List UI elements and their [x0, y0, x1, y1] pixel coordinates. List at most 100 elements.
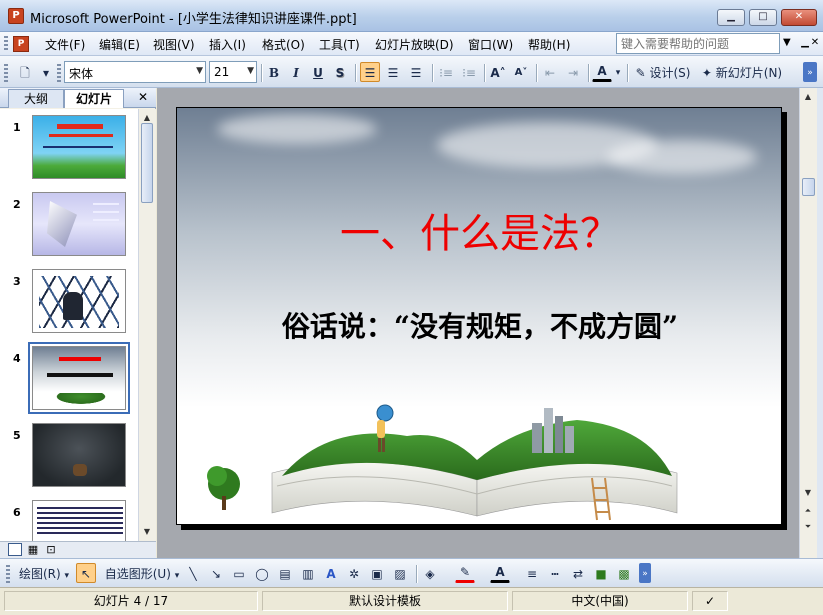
- decrease-indent-button[interactable]: ⇤: [540, 62, 560, 82]
- increase-indent-button[interactable]: ⇥: [563, 62, 583, 82]
- slide-thumbnail-list[interactable]: 1 2 3 4 5 6: [0, 109, 138, 541]
- chevron-down-icon[interactable]: ▼: [783, 37, 791, 48]
- align-right-button[interactable]: ☰: [406, 62, 426, 82]
- scrollbar-thumb[interactable]: [802, 178, 815, 196]
- bullet-list-button[interactable]: ⁝≡: [459, 62, 479, 82]
- current-slide[interactable]: 一、什么是法？ 俗话说：“没有规矩，不成方圆”: [176, 107, 782, 525]
- menu-edit[interactable]: 编辑(E): [97, 36, 142, 53]
- vertical-textbox-button[interactable]: ▥: [298, 563, 318, 583]
- line-style-button[interactable]: ≡: [522, 563, 542, 583]
- slide-sorter-view-icon[interactable]: ▦: [26, 543, 40, 556]
- select-objects-button[interactable]: ↖: [76, 563, 96, 583]
- align-center-button[interactable]: ☰: [383, 62, 403, 82]
- arrow-style-button[interactable]: ⇄: [568, 563, 588, 583]
- bold-button[interactable]: B: [264, 62, 284, 82]
- increase-font-button[interactable]: A˄: [488, 62, 508, 82]
- toolbar-grip[interactable]: [57, 64, 61, 82]
- shadow-style-button[interactable]: ■: [591, 563, 611, 583]
- menu-window[interactable]: 窗口(W): [466, 36, 515, 53]
- slide-thumbnail-5[interactable]: [32, 423, 126, 487]
- arrow-tool-button[interactable]: ↘: [206, 563, 226, 583]
- chevron-down-icon[interactable]: ▾: [613, 62, 623, 82]
- scroll-up-icon[interactable]: ▲: [801, 90, 815, 104]
- slide-thumbnail-2[interactable]: [32, 192, 126, 256]
- dash-style-button[interactable]: ┅: [545, 563, 565, 583]
- normal-view-icon[interactable]: [8, 543, 22, 556]
- picture-button[interactable]: ▨: [390, 563, 410, 583]
- italic-button[interactable]: I: [286, 62, 306, 82]
- toolbar-options-icon[interactable]: »: [803, 62, 817, 82]
- slide-thumbnail-3[interactable]: [32, 269, 126, 333]
- font-size-select[interactable]: 21 ▼: [209, 61, 257, 83]
- autoshapes-button[interactable]: 自选图形(U) ▾: [103, 563, 181, 583]
- draw-menu-button[interactable]: 绘图(R) ▾: [16, 563, 72, 583]
- shadow-button[interactable]: S: [330, 62, 350, 82]
- toolbar-grip[interactable]: [6, 565, 10, 583]
- close-button[interactable]: ✕: [781, 9, 817, 26]
- tab-outline[interactable]: 大纲: [8, 89, 64, 108]
- toolbar-options-icon[interactable]: »: [639, 563, 651, 583]
- decrease-font-button[interactable]: A˅: [511, 62, 531, 82]
- thumbnail-scrollbar[interactable]: ▲ ▼: [138, 109, 156, 541]
- font-name-select[interactable]: 宋体 ▼: [64, 61, 206, 83]
- slide-thumbnail-4[interactable]: [28, 342, 130, 414]
- scrollbar-thumb[interactable]: [141, 123, 153, 203]
- maximize-button[interactable]: □: [749, 9, 777, 26]
- 3d-style-button[interactable]: ▩: [614, 563, 634, 583]
- chevron-down-icon[interactable]: ▾: [36, 62, 56, 82]
- menu-insert[interactable]: 插入(I): [207, 36, 248, 53]
- rectangle-tool-button[interactable]: ▭: [229, 563, 249, 583]
- menu-help[interactable]: 帮助(H): [526, 36, 572, 53]
- numbered-list-button[interactable]: ⁝≡: [436, 62, 456, 82]
- rectangle-icon: ▭: [233, 567, 245, 581]
- oval-tool-button[interactable]: ◯: [252, 563, 272, 583]
- design-button[interactable]: ✎ 设计(S): [632, 62, 694, 82]
- list-item[interactable]: 1: [0, 111, 138, 181]
- new-document-icon[interactable]: 🗋: [15, 62, 35, 82]
- minimize-button[interactable]: ▁: [717, 9, 745, 26]
- list-item[interactable]: 2: [0, 188, 138, 258]
- menu-file[interactable]: 文件(F): [43, 36, 87, 53]
- line-tool-button[interactable]: ╲: [183, 563, 203, 583]
- align-left-button[interactable]: ☰: [360, 62, 380, 82]
- new-slide-button[interactable]: ✦ 新幻灯片(N): [697, 62, 787, 82]
- fill-color-button[interactable]: ◈: [420, 563, 440, 583]
- scroll-down-icon[interactable]: ▼: [801, 486, 815, 500]
- tab-slides[interactable]: 幻灯片: [64, 89, 124, 108]
- slideshow-view-icon[interactable]: ⊡: [44, 543, 58, 556]
- underline-button[interactable]: U: [308, 62, 328, 82]
- diagram-button[interactable]: ✲: [344, 563, 364, 583]
- previous-slide-icon[interactable]: ⏶: [801, 504, 815, 518]
- line-icon: ╲: [189, 567, 197, 581]
- slide-thumbnail-6[interactable]: [32, 500, 126, 541]
- spell-check-icon[interactable]: ✓: [692, 591, 728, 611]
- list-item[interactable]: 4: [0, 342, 138, 414]
- toolbar-grip[interactable]: [4, 36, 8, 52]
- menu-format[interactable]: 格式(O): [260, 36, 307, 53]
- slide-scrollbar[interactable]: ▲ ▼ ⏶ ⏷: [799, 88, 817, 558]
- diagram-icon: ✲: [348, 567, 360, 581]
- increase-indent-icon: ⇥: [567, 66, 579, 80]
- slide-thumbnail-1[interactable]: [32, 115, 126, 179]
- font-color-button[interactable]: A: [592, 62, 612, 82]
- menu-view[interactable]: 视图(V): [151, 36, 197, 53]
- document-icon[interactable]: P: [13, 36, 29, 52]
- list-item[interactable]: 6: [0, 496, 138, 541]
- doc-close-button[interactable]: ✕: [809, 36, 821, 50]
- wordart-button[interactable]: A: [321, 563, 341, 583]
- textbox-tool-button[interactable]: ▤: [275, 563, 295, 583]
- next-slide-icon[interactable]: ⏷: [801, 520, 815, 534]
- list-item[interactable]: 3: [0, 265, 138, 335]
- line-color-button[interactable]: ✎: [455, 563, 475, 583]
- menu-slideshow[interactable]: 幻灯片放映(D): [373, 36, 456, 53]
- scroll-down-icon[interactable]: ▼: [140, 525, 154, 539]
- toolbar-grip[interactable]: [4, 64, 8, 82]
- clipart-button[interactable]: ▣: [367, 563, 387, 583]
- menu-tools[interactable]: 工具(T): [317, 36, 362, 53]
- pane-close-button[interactable]: ✕: [138, 90, 148, 104]
- powerpoint-icon[interactable]: P: [8, 8, 24, 24]
- help-search-input[interactable]: [616, 33, 780, 54]
- slide-editing-area[interactable]: 一、什么是法？ 俗话说：“没有规矩，不成方圆”: [157, 88, 799, 558]
- list-item[interactable]: 5: [0, 419, 138, 489]
- font-color-button[interactable]: A: [490, 563, 510, 583]
